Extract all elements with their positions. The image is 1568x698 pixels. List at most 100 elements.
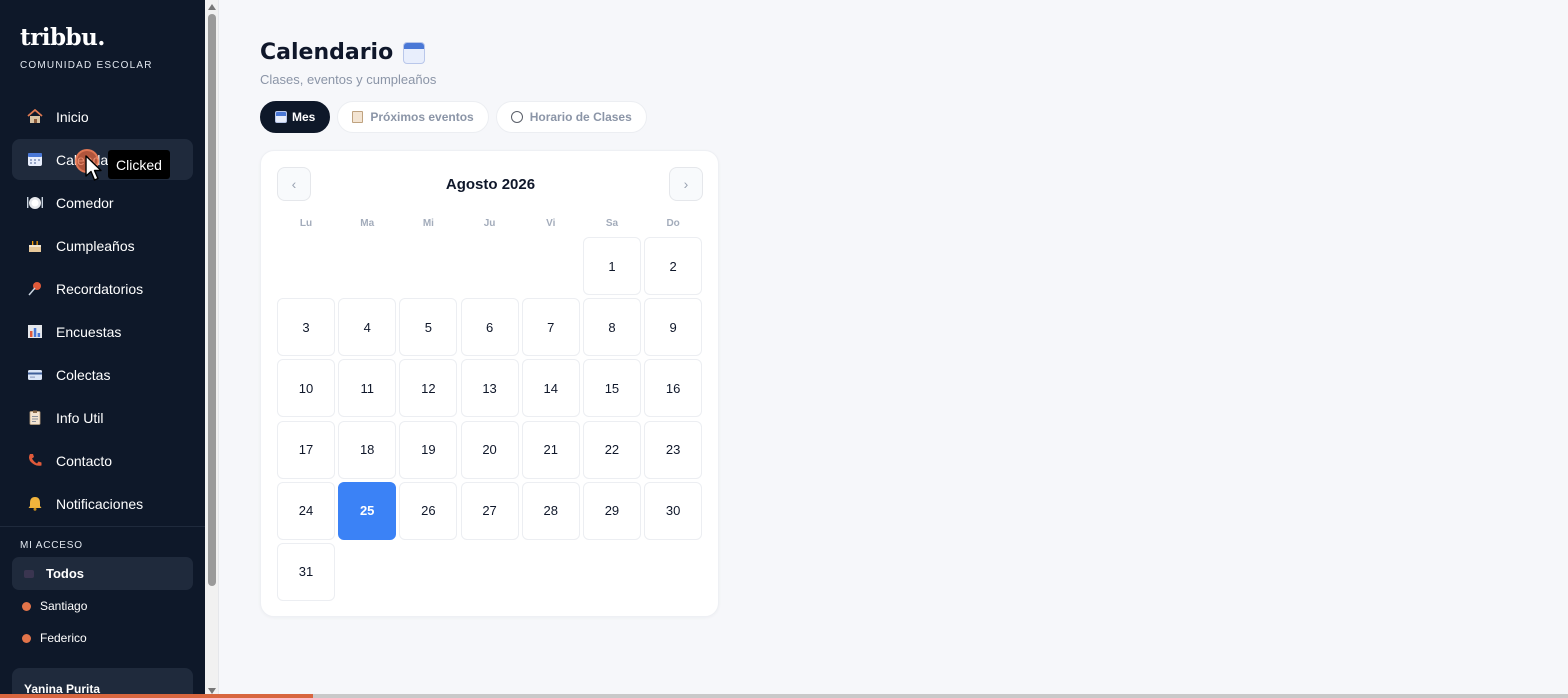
calendar-day[interactable]: 4	[338, 298, 397, 357]
tab-label: Mes	[292, 110, 316, 124]
phone-icon	[26, 452, 44, 470]
calendar-day[interactable]: 9	[644, 298, 703, 357]
credit-card-icon	[26, 366, 44, 384]
bar-chart-icon	[26, 323, 44, 341]
calendar-day[interactable]: 13	[460, 359, 519, 418]
calendar-day[interactable]: 1	[582, 237, 641, 295]
page-title: Calendario	[260, 40, 426, 65]
calendar-day[interactable]: 12	[399, 359, 458, 418]
calendar-day[interactable]: 15	[582, 359, 641, 418]
brand-logo[interactable]: tribbu.	[20, 24, 105, 51]
calendar-day[interactable]: 19	[399, 420, 458, 479]
calendar-day-grid: 1 2 3 4 5 6 7 8 9 10 11 12 13 14 15 16 17 18 19 20 21 22 23 24 2…	[277, 237, 703, 601]
weekday-label: Ma	[360, 218, 375, 229]
page-title-text: Calendario	[260, 40, 394, 65]
calendar-day[interactable]: 18	[338, 420, 397, 479]
calendar-day[interactable]: 17	[277, 420, 335, 479]
sidebar-item-label: Colectas	[56, 366, 111, 383]
sidebar-divider	[0, 526, 205, 527]
calendar-day[interactable]: 31	[277, 542, 335, 601]
calendar-day[interactable]: 16	[644, 359, 703, 418]
access-filter-all[interactable]: Todos	[12, 557, 193, 590]
calendar-day[interactable]: 3	[277, 298, 335, 357]
calendar-day-today[interactable]: 25	[338, 481, 397, 540]
calendar-day[interactable]: 28	[521, 481, 580, 540]
sidebar-item-encuestas[interactable]: Encuestas	[12, 311, 193, 352]
clipboard-icon	[352, 111, 364, 123]
calendar-day-empty	[461, 237, 519, 295]
weekday-label: Lu	[299, 218, 313, 229]
sidebar-item-label: Notificaciones	[56, 495, 144, 512]
weekday-label: Sa	[605, 218, 619, 229]
weekday-label: Do	[666, 218, 680, 229]
calendar-day[interactable]: 8	[582, 298, 641, 357]
sidebar-item-comedor[interactable]: Comedor	[12, 182, 193, 223]
view-tabs: Mes Próximos eventos Horario de Clases	[260, 101, 647, 133]
calendar-day[interactable]: 26	[399, 481, 458, 540]
tab-label: Horario de Clases	[529, 110, 632, 124]
calendar-day[interactable]: 27	[460, 481, 519, 540]
calendar-day-empty	[277, 237, 335, 295]
calendar-icon	[275, 111, 287, 123]
calendar-day[interactable]: 29	[582, 481, 641, 540]
tab-proximos-eventos[interactable]: Próximos eventos	[337, 101, 489, 133]
sidebar-item-label: Comedor	[56, 194, 114, 211]
next-month-button[interactable]: ›	[669, 167, 703, 201]
calendar-day[interactable]: 20	[460, 420, 519, 479]
sidebar-item-notificaciones[interactable]: Notificaciones	[12, 483, 193, 524]
access-section-title: MI ACCESO	[20, 540, 83, 551]
scroll-thumb[interactable]	[208, 14, 216, 586]
sidebar-item-cumpleanos[interactable]: Cumpleaños	[12, 225, 193, 266]
tab-mes[interactable]: Mes	[260, 101, 331, 133]
clipboard-icon	[26, 409, 44, 427]
sidebar-item-info-util[interactable]: Info Util	[12, 397, 193, 438]
tab-horario-de-clases[interactable]: Horario de Clases	[495, 101, 647, 133]
calendar-day[interactable]: 14	[521, 359, 580, 418]
brand-subtitle: COMUNIDAD ESCOLAR	[20, 60, 153, 71]
sidebar-item-label: Contacto	[56, 452, 113, 469]
calendar-day[interactable]: 6	[460, 298, 519, 357]
access-child-label: Santiago	[40, 599, 88, 613]
group-icon	[24, 569, 34, 578]
sidebar-scrollbar[interactable]	[205, 0, 219, 698]
calendar-day[interactable]: 10	[277, 359, 335, 418]
sidebar-item-recordatorios[interactable]: Recordatorios	[12, 268, 193, 309]
plate-icon	[26, 194, 44, 212]
bell-icon	[26, 495, 44, 513]
month-title: Agosto 2026	[445, 176, 536, 193]
calendar-day[interactable]: 7	[521, 298, 580, 357]
calendar-day[interactable]: 22	[582, 420, 641, 479]
click-tooltip: Clicked	[108, 150, 170, 179]
scroll-up-arrow-icon[interactable]	[208, 4, 216, 10]
bottom-progress-bar	[0, 694, 1568, 698]
sidebar-item-label: Cumpleaños	[56, 237, 135, 254]
weekday-label: Ju	[483, 218, 496, 229]
sidebar-item-colectas[interactable]: Colectas	[12, 354, 193, 395]
sidebar-item-label: Encuestas	[56, 323, 122, 340]
calendar-icon	[403, 41, 426, 64]
calendar-day[interactable]: 24	[277, 481, 335, 540]
calendar-day-empty	[338, 237, 396, 295]
clock-icon	[510, 111, 523, 123]
calendar-day[interactable]: 5	[399, 298, 458, 357]
pushpin-icon	[26, 280, 44, 298]
mouse-cursor-icon	[85, 155, 102, 181]
weekday-label: Vi	[546, 218, 556, 229]
calendar-day[interactable]: 11	[338, 359, 397, 418]
tab-label: Próximos eventos	[370, 110, 474, 124]
sidebar-item-inicio[interactable]: Inicio	[12, 96, 193, 137]
sidebar-item-label: Recordatorios	[56, 280, 144, 297]
calendar-day-empty	[399, 237, 457, 295]
access-filter-label: Todos	[46, 566, 85, 581]
calendar-day[interactable]: 30	[644, 481, 703, 540]
cake-icon	[26, 237, 44, 255]
calendar-day[interactable]: 21	[521, 420, 580, 479]
weekday-header: Lu Ma Mi Ju Vi Sa Do	[277, 218, 702, 229]
sidebar-item-contacto[interactable]: Contacto	[12, 440, 193, 481]
child-dot-icon	[22, 633, 31, 643]
access-child-federico[interactable]: Federico	[22, 630, 87, 646]
calendar-day[interactable]: 23	[644, 420, 703, 479]
access-child-santiago[interactable]: Santiago	[22, 598, 87, 614]
calendar-day[interactable]: 2	[644, 237, 703, 295]
sidebar-item-label: Inicio	[56, 108, 89, 125]
